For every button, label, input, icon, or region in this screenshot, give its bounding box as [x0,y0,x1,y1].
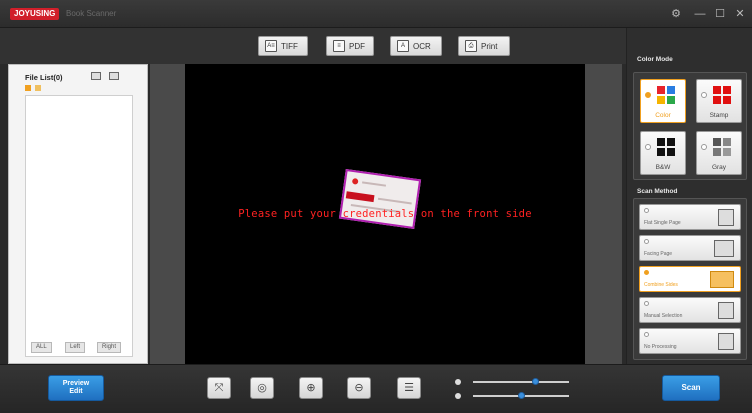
pdf-icon: ≡ [333,40,345,52]
file-list-title: File List(0) [25,73,63,82]
single-page-icon [718,209,734,226]
zoom-out-icon[interactable]: ⊖ [347,377,371,399]
brightness-icon [455,379,461,385]
folder-icon[interactable] [91,72,101,80]
bw-grid-icon [657,138,675,156]
scan-method-manual[interactable]: Manual Selection [639,297,741,323]
color-mode-label: Stamp [709,112,729,119]
zoom-in-icon[interactable]: ⊕ [299,377,323,399]
file-list-panel: File List(0) ALL Left Right [8,64,148,364]
list-view-icon[interactable] [35,85,41,91]
pdf-label: PDF [349,41,365,51]
filter-right-button[interactable]: Right [97,342,122,353]
scan-method-flat-single[interactable]: Flat Single Page [639,204,741,230]
color-mode-group: Color Stamp B&W Gray [633,72,747,180]
color-mode-title: Color Mode [637,56,673,63]
rotate-icon[interactable]: ◎ [250,377,274,399]
preview-gutter-right [585,64,622,364]
preview-edit-button[interactable]: Preview Edit [48,375,104,401]
scan-method-no-processing[interactable]: No Processing [639,328,741,354]
scan-method-group: Flat Single Page Facing Page Combine Sid… [633,198,747,360]
gear-icon[interactable]: ⚙ [668,6,684,22]
scan-method-label: Facing Page [644,251,673,257]
preview-gutter-left [150,64,185,364]
scan-method-label: Manual Selection [644,313,683,319]
contrast-slider[interactable] [473,392,569,399]
card-line [377,197,412,205]
gray-grid-icon [713,138,731,156]
no-processing-icon [718,333,734,350]
radio-icon [645,92,651,98]
adjust-icon[interactable]: ☰ [397,377,421,399]
print-label: Print [481,41,498,51]
title-bar: JOYUSING Book Scanner ⚙ — ☐ ✕ [0,0,752,28]
scan-method-label: No Processing [644,344,677,350]
brightness-slider-handle[interactable] [531,378,539,385]
card-stripe [345,191,375,203]
top-toolbar: A≡ TIFF ≡ PDF A OCR ⎙ Print [0,28,626,64]
scan-method-label: Flat Single Page [644,220,681,226]
color-grid-icon [657,86,675,104]
tiff-icon: A≡ [265,40,277,52]
color-mode-label: B&W [655,164,671,171]
radio-icon [644,332,649,337]
radio-icon [644,208,649,213]
color-mode-label: Gray [711,164,727,171]
pdf-button[interactable]: ≡ PDF [326,36,374,56]
radio-icon [701,144,707,150]
scan-method-label: Combine Sides [644,282,678,288]
maximize-icon[interactable]: ☐ [712,6,728,22]
contrast-icon [455,393,461,399]
print-button[interactable]: ⎙ Print [458,36,510,56]
preview-edit-label-1: Preview [62,380,90,387]
bottom-bar: Preview Edit ⤧ ◎ ⊕ ⊖ ☰ Scan [0,364,752,413]
fit-icon[interactable]: ⤧ [207,377,231,399]
color-mode-label: Color [655,112,671,119]
ocr-label: OCR [413,41,431,51]
scan-button[interactable]: Scan [662,375,720,401]
preview-area[interactable]: Please put your credentials on the front… [185,64,585,364]
scan-method-combine-sides[interactable]: Combine Sides [639,266,741,292]
color-mode-bw[interactable]: B&W [640,131,686,175]
radio-icon [645,144,651,150]
color-mode-stamp[interactable]: Stamp [696,79,742,123]
radio-icon [644,301,649,306]
color-mode-gray[interactable]: Gray [696,131,742,175]
app-logo: JOYUSING [10,8,60,20]
file-list[interactable] [25,95,133,357]
close-icon[interactable]: ✕ [732,6,748,22]
ocr-button[interactable]: A OCR [390,36,442,56]
manual-selection-icon [718,302,734,319]
delete-icon[interactable] [109,72,119,80]
tiff-label: TIFF [281,41,298,51]
stamp-grid-icon [713,86,731,104]
radio-icon [644,239,649,244]
card-line [362,181,387,187]
id-card-image [338,168,422,230]
book-icon [714,240,734,257]
grid-view-icon[interactable] [25,85,31,91]
preview-hint: Please put your credentials on the front… [238,208,532,220]
scan-method-title: Scan Method [637,188,678,195]
brightness-slider[interactable] [473,378,569,385]
contrast-slider-handle[interactable] [517,392,525,399]
print-icon: ⎙ [465,40,477,52]
tiff-button[interactable]: A≡ TIFF [258,36,308,56]
ocr-icon: A [397,40,409,52]
card-logo [351,177,359,185]
color-mode-color[interactable]: Color [640,79,686,123]
preview-edit-label-2: Edit [69,388,83,395]
combine-sides-icon [710,271,734,288]
scan-method-facing[interactable]: Facing Page [639,235,741,261]
radio-icon [644,270,649,275]
filter-left-button[interactable]: Left [65,342,86,353]
app-title: Book Scanner [66,9,117,18]
minimize-icon[interactable]: — [692,6,708,22]
radio-icon [701,92,707,98]
filter-all-button[interactable]: ALL [31,342,52,353]
settings-panel: Color Mode Color Stamp B&W Gray Scan Met… [626,28,752,364]
